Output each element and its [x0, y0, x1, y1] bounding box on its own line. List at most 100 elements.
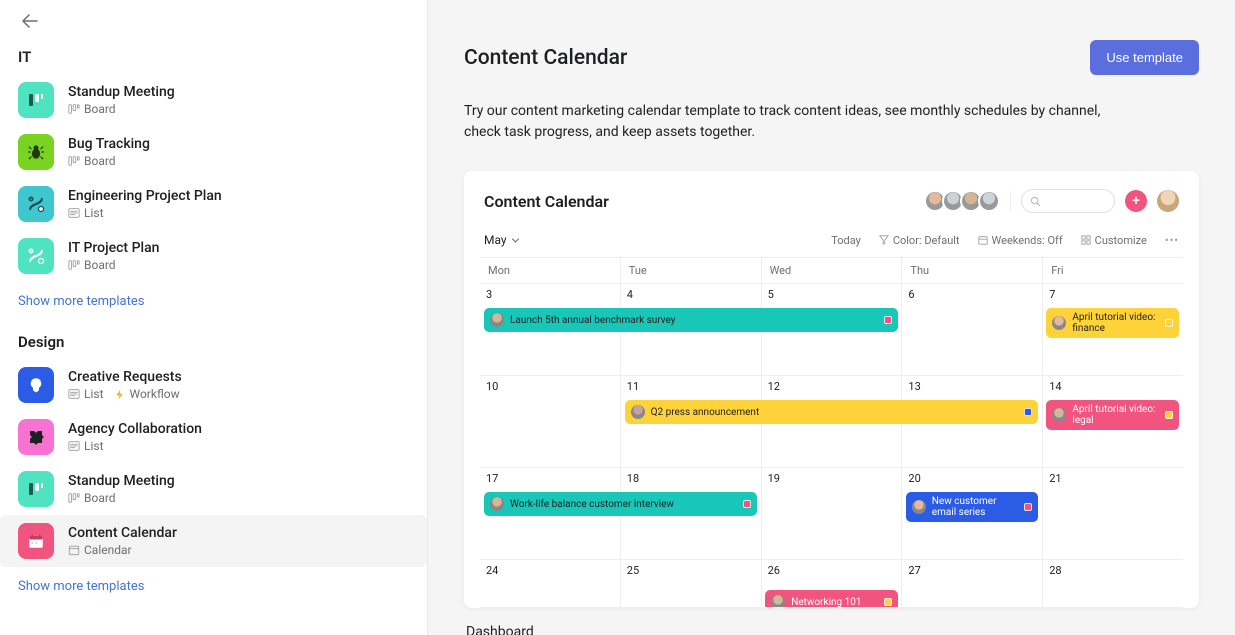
event-badge — [743, 500, 751, 508]
template-type-badge: List — [68, 439, 104, 453]
template-type-badge: Board — [68, 154, 116, 168]
event-badge — [1165, 319, 1173, 327]
calendar-day-cell[interactable]: 19 — [761, 468, 902, 559]
weekends-toggle[interactable]: Weekends: Off — [978, 234, 1063, 247]
back-button[interactable] — [0, 0, 427, 36]
event-label: Work-life balance customer interview — [510, 499, 737, 510]
current-user-avatar[interactable] — [1157, 190, 1179, 212]
event-badge — [1024, 408, 1032, 416]
event-assignee-avatar — [1052, 316, 1066, 330]
event-assignee-avatar — [490, 313, 504, 327]
template-type-badge: Calendar — [68, 543, 132, 557]
template-preview: Content Calendar + May Today — [464, 171, 1199, 608]
section-title: Design — [0, 321, 427, 359]
calendar-toolbar: May Today Color: Default Weekends: Off C… — [480, 227, 1183, 257]
template-detail: Content Calendar Use template Try our co… — [428, 0, 1235, 635]
event-badge — [884, 316, 892, 324]
weekday-header: Thu — [901, 258, 1042, 284]
show-more-link[interactable]: Show more templates — [0, 282, 427, 321]
event-badge — [884, 598, 892, 606]
route-dark-icon: ✕ — [18, 186, 54, 222]
calendar-day-cell[interactable]: 6 — [901, 284, 1042, 375]
event-label: Networking 101 — [791, 597, 878, 608]
template-name: Standup Meeting — [68, 84, 175, 100]
calendar-day-cell[interactable]: 10 — [480, 376, 620, 467]
member-avatars — [928, 190, 1000, 212]
calendar-day-cell[interactable]: 21 — [1042, 468, 1183, 559]
template-name: Standup Meeting — [68, 473, 175, 489]
separator — [1010, 191, 1011, 211]
calendar-day-cell[interactable]: 24 — [480, 560, 620, 607]
calendar-day-cell[interactable]: 28 — [1042, 560, 1183, 607]
event-label: Q2 press announcement — [651, 407, 1019, 418]
template-name: IT Project Plan — [68, 240, 159, 256]
template-item[interactable]: ✕Engineering Project PlanList — [0, 178, 427, 230]
month-selector[interactable]: May — [484, 233, 520, 247]
kanban-icon — [18, 471, 54, 507]
template-type-badge: Board — [68, 258, 116, 272]
calendar-day-cell[interactable]: 27 — [901, 560, 1042, 607]
template-type-badge: Board — [68, 491, 116, 505]
template-name: Agency Collaboration — [68, 421, 202, 437]
template-item[interactable]: Creative Requests List Workflow — [0, 359, 427, 411]
event-badge — [1024, 503, 1032, 511]
dashboard-section-label: Dashboard — [464, 624, 1199, 635]
calendar-event[interactable]: Q2 press announcement — [625, 400, 1039, 424]
event-assignee-avatar — [1052, 408, 1066, 422]
event-assignee-avatar — [771, 595, 785, 608]
event-assignee-avatar — [490, 497, 504, 511]
section-title: IT — [0, 36, 427, 74]
template-type-badge: Workflow — [114, 387, 180, 401]
calendar-day-cell[interactable]: 25 — [620, 560, 761, 607]
use-template-button[interactable]: Use template — [1090, 40, 1199, 75]
month-label: May — [484, 233, 507, 247]
calendar-event[interactable]: April tutorial video: finance — [1046, 308, 1179, 338]
puzzle-icon — [18, 419, 54, 455]
template-item[interactable]: Content Calendar Calendar — [0, 515, 427, 567]
calendar-event[interactable]: April tutorial video: legal — [1046, 400, 1179, 430]
calendar-event[interactable]: Networking 101 — [765, 590, 898, 608]
weekday-header: Wed — [761, 258, 902, 284]
template-item[interactable]: ✕ IT Project Plan Board — [0, 230, 427, 282]
template-item[interactable]: Standup Meeting Board — [0, 463, 427, 515]
show-more-link[interactable]: Show more templates — [0, 567, 427, 606]
grid-icon — [1081, 235, 1091, 245]
preview-title: Content Calendar — [484, 192, 609, 211]
add-button[interactable]: + — [1125, 190, 1147, 212]
template-name: Creative Requests — [68, 369, 182, 385]
color-filter[interactable]: Color: Default — [879, 234, 960, 247]
search-icon — [1030, 196, 1041, 207]
event-assignee-avatar — [631, 405, 645, 419]
bug-icon — [18, 134, 54, 170]
route-light-icon: ✕ — [18, 238, 54, 274]
calendar-event[interactable]: Work-life balance customer interview — [484, 492, 757, 516]
calendar-event[interactable]: New customer email series — [906, 492, 1039, 522]
template-item[interactable]: Bug Tracking Board — [0, 126, 427, 178]
calendar-icon — [978, 235, 988, 245]
template-name: Bug Tracking — [68, 136, 150, 152]
template-sidebar: ITStandup MeetingBoardBug TrackingBoard✕… — [0, 0, 428, 635]
search-input[interactable] — [1021, 189, 1115, 213]
template-item[interactable]: Agency Collaboration List — [0, 411, 427, 463]
member-avatar[interactable] — [978, 190, 1000, 212]
event-label: Launch 5th annual benchmark survey — [510, 315, 878, 326]
calendar-week-row: 1011121314Q2 press announcementApril tut… — [480, 376, 1183, 468]
template-description: Try our content marketing calendar templ… — [464, 101, 1124, 143]
bulb-icon — [18, 367, 54, 403]
customize-button[interactable]: Customize — [1081, 234, 1147, 247]
template-item[interactable]: Standup MeetingBoard — [0, 74, 427, 126]
event-label: April tutorial video: legal — [1072, 404, 1159, 427]
weekday-header: Tue — [620, 258, 761, 284]
template-type-badge: List — [68, 387, 104, 401]
calendar-week-row: 34567Launch 5th annual benchmark surveyA… — [480, 284, 1183, 376]
event-assignee-avatar — [912, 500, 926, 514]
event-badge — [1165, 411, 1173, 419]
event-label: April tutorial video: finance — [1072, 312, 1159, 335]
template-name: Content Calendar — [68, 525, 177, 541]
today-button[interactable]: Today — [831, 234, 861, 247]
more-menu[interactable]: ••• — [1165, 234, 1179, 247]
svg-text:✕: ✕ — [29, 198, 32, 203]
calendar-week-row: 1718192021Work-life balance customer int… — [480, 468, 1183, 560]
page-title: Content Calendar — [464, 46, 627, 70]
calendar-event[interactable]: Launch 5th annual benchmark survey — [484, 308, 898, 332]
